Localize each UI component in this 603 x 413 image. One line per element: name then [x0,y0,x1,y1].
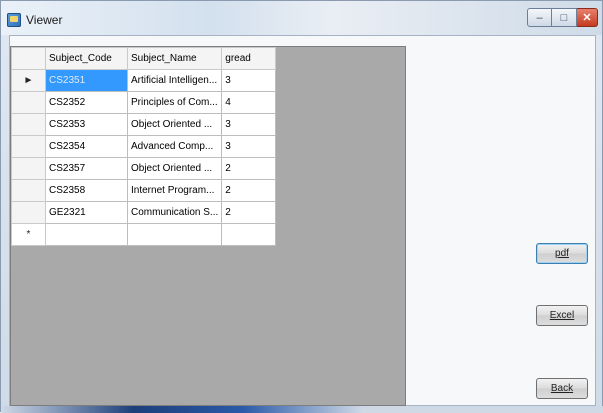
table-row[interactable]: CS2358 Internet Program... 2 [11,179,277,202]
table-row[interactable]: CS2352 Principles of Com... 4 [11,91,277,114]
table-row[interactable]: GE2321 Communication S... 2 [11,201,277,224]
grid-table: Subject_Code Subject_Name gread ► CS2351… [11,47,277,246]
column-header-gread[interactable]: gread [221,47,277,70]
row-indicator[interactable] [11,201,46,224]
title-bar[interactable]: Viewer – □ ✕ [1,1,602,35]
corner-header[interactable] [11,47,46,70]
new-cell-gread[interactable] [221,223,277,246]
cell-subject-name[interactable]: Artificial Intelligen... [126,69,223,92]
cell-gread[interactable]: 3 [221,69,277,92]
row-indicator[interactable] [11,91,46,114]
cell-gread[interactable]: 2 [221,179,277,202]
new-cell-subject-code[interactable] [45,223,128,246]
cell-gread[interactable]: 3 [221,113,277,136]
table-row[interactable]: ► CS2351 Artificial Intelligen... 3 [11,69,277,92]
new-row-indicator[interactable]: * [11,223,46,246]
cell-gread[interactable]: 2 [221,201,277,224]
cell-subject-name[interactable]: Advanced Comp... [126,135,223,158]
cell-subject-name[interactable]: Object Oriented ... [126,113,223,136]
table-row[interactable]: CS2357 Object Oriented ... 2 [11,157,277,180]
cell-gread[interactable]: 3 [221,135,277,158]
cell-subject-code[interactable]: CS2353 [45,113,128,136]
table-row[interactable]: CS2353 Object Oriented ... 3 [11,113,277,136]
excel-button[interactable]: Excel [536,305,588,326]
pdf-button[interactable]: pdf [536,243,588,264]
cell-subject-code[interactable]: CS2351 [45,69,128,92]
new-cell-subject-name[interactable] [126,223,223,246]
table-row[interactable]: CS2354 Advanced Comp... 3 [11,135,277,158]
row-indicator[interactable]: ► [11,69,46,92]
cell-subject-code[interactable]: CS2354 [45,135,128,158]
cell-gread[interactable]: 2 [221,157,277,180]
back-button[interactable]: Back [536,378,588,399]
column-header-subject-code[interactable]: Subject_Code [45,47,128,70]
window-title: Viewer [26,13,63,27]
cell-subject-name[interactable]: Communication S... [126,201,223,224]
row-indicator[interactable] [11,179,46,202]
close-button[interactable]: ✕ [577,8,598,27]
viewer-window: Viewer – □ ✕ Subject_Code Subject_Name g… [0,0,603,413]
app-icon [7,13,21,27]
cell-subject-name[interactable]: Principles of Com... [126,91,223,114]
row-indicator[interactable] [11,113,46,136]
new-row[interactable]: * [11,223,277,246]
cell-subject-code[interactable]: GE2321 [45,201,128,224]
cell-subject-name[interactable]: Internet Program... [126,179,223,202]
cell-subject-name[interactable]: Object Oriented ... [126,157,223,180]
row-indicator[interactable] [11,157,46,180]
row-indicator[interactable] [11,135,46,158]
cell-subject-code[interactable]: CS2358 [45,179,128,202]
minimize-button[interactable]: – [527,8,552,27]
data-grid[interactable]: Subject_Code Subject_Name gread ► CS2351… [10,46,406,406]
cell-subject-code[interactable]: CS2352 [45,91,128,114]
cell-subject-code[interactable]: CS2357 [45,157,128,180]
column-header-subject-name[interactable]: Subject_Name [126,47,223,70]
client-area: Subject_Code Subject_Name gread ► CS2351… [9,35,596,406]
maximize-button[interactable]: □ [552,8,577,27]
cell-gread[interactable]: 4 [221,91,277,114]
header-row: Subject_Code Subject_Name gread [11,47,277,70]
